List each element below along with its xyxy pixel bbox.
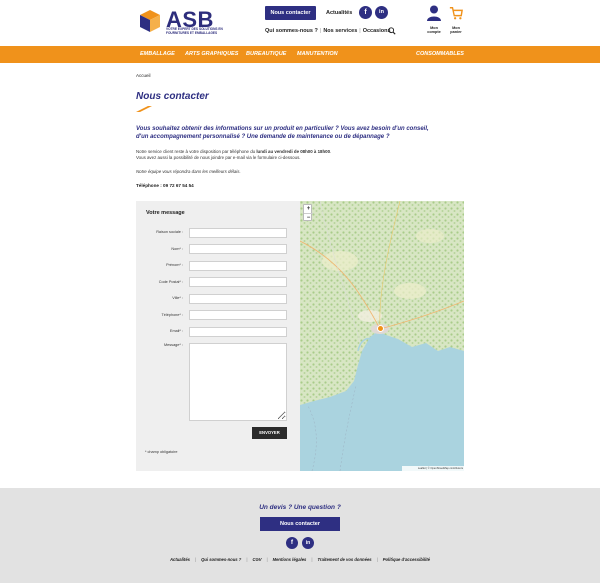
footer-link-accessibility[interactable]: Politique d'accessibilité [383,557,430,562]
phone-number[interactable]: Téléphone : 09 72 67 54 54 [136,183,194,188]
site-header: ASB Votre expert des solutions en fourni… [0,0,600,46]
linkedin-icon[interactable]: in [302,537,314,549]
footer-contact-button[interactable]: Nous contacter [260,517,340,531]
company-field[interactable] [189,228,287,238]
logo-tagline: Votre expert des solutions en fourniture… [166,27,223,35]
footer-link-legal[interactable]: Mentions légales [273,557,307,562]
facebook-icon[interactable]: f [286,537,298,549]
separator: | [266,557,268,562]
account-label: Mon compte [427,26,441,35]
site-footer [0,488,600,583]
message-field[interactable] [189,343,287,421]
contact-button[interactable]: Nous contacter [265,6,316,20]
required-note: * champ obligatoire [145,450,178,454]
search-icon[interactable] [388,27,396,35]
company-label: Raison sociale : [156,230,183,234]
account-link[interactable]: Mon compte [424,5,444,35]
location-marker-icon[interactable] [377,325,384,332]
separator: | [359,28,361,34]
email-field[interactable] [189,327,287,337]
footer-link-news[interactable]: Actualités [170,557,190,562]
city-field[interactable] [189,294,287,304]
separator: | [311,557,313,562]
services-link[interactable]: Nos services [323,28,357,34]
breadcrumb[interactable]: Accueil [136,73,151,78]
message-label: Message* : [164,343,183,347]
postal-code-label: Code Postal* : [158,280,183,284]
news-link[interactable]: Actualités [326,10,352,16]
intro-text: Vous souhaitez obtenir des informations … [136,126,429,140]
secondary-links: Qui sommes-nous ? | Nos services | Occasions [265,28,391,34]
footer-question: Un devis ? Une question ? [259,504,341,511]
cart-icon [449,7,463,20]
email-label: Email* : [169,329,183,333]
zoom-control: + − [303,204,313,222]
map-tiles [300,201,464,471]
last-name-label: Nom* : [171,247,183,251]
phone-label: Téléphone* : [161,313,183,317]
main-nav: Emballage Arts graphiques Bureautique Ma… [0,46,600,63]
footer-links: Actualités | Qui sommes-nous ? | CGV | Mention… [0,557,600,562]
availability-pre: Notre service client reste à votre dispo… [136,149,257,154]
asb-logo[interactable]: ASB Votre expert des solutions en fourni… [139,7,239,37]
map-attribution[interactable]: Leaflet | © OpenStreetMap contributors [402,466,464,471]
footer-link-data[interactable]: Traitement de vos données [317,557,371,562]
availability-hours: lundi au vendredi de 08h00 à 18h00 [256,149,331,154]
about-link[interactable]: Qui sommes-nous ? [265,28,318,34]
nav-item-manutention[interactable]: Manutention [297,46,338,63]
facebook-icon[interactable]: f [359,6,372,19]
separator: | [319,28,322,34]
postal-code-field[interactable] [189,277,287,287]
city-label: Ville* : [172,296,183,300]
first-name-label: Prénom* : [166,263,183,267]
form-title: Votre message [146,210,185,216]
first-name-field[interactable] [189,261,287,271]
occasions-link[interactable]: Occasions [363,28,391,34]
nav-item-consommables[interactable]: Consommables [416,46,464,63]
footer-link-about[interactable]: Qui sommes-nous ? [201,557,241,562]
location-map[interactable] [300,201,464,471]
separator: | [246,557,248,562]
availability-post: . [330,149,332,154]
cube-logo-icon [140,10,160,32]
reply-note: Notre équipe vous répondra dans les meil… [136,169,241,174]
zoom-in-button[interactable]: + [304,205,313,213]
nav-item-emballage[interactable]: Emballage [140,46,175,63]
zoom-out-button[interactable]: − [304,214,313,222]
linkedin-icon[interactable]: in [375,6,388,19]
user-icon [427,5,441,21]
form-note: Vous avez aussi la possibilité de nous j… [136,155,301,160]
separator: | [194,557,197,562]
cart-link[interactable]: Mon panier [446,5,466,35]
phone-field[interactable] [189,310,287,320]
title-accent [136,106,152,112]
cart-label: Mon panier [450,26,462,35]
last-name-field[interactable] [189,244,287,254]
footer-link-cgv[interactable]: CGV [252,557,261,562]
page-title: Nous contacter [136,91,209,102]
nav-item-bureautique[interactable]: Bureautique [246,46,286,63]
nav-item-arts-graphiques[interactable]: Arts graphiques [185,46,238,63]
separator: | [376,557,378,562]
send-button[interactable]: ENVOYER [252,427,287,439]
